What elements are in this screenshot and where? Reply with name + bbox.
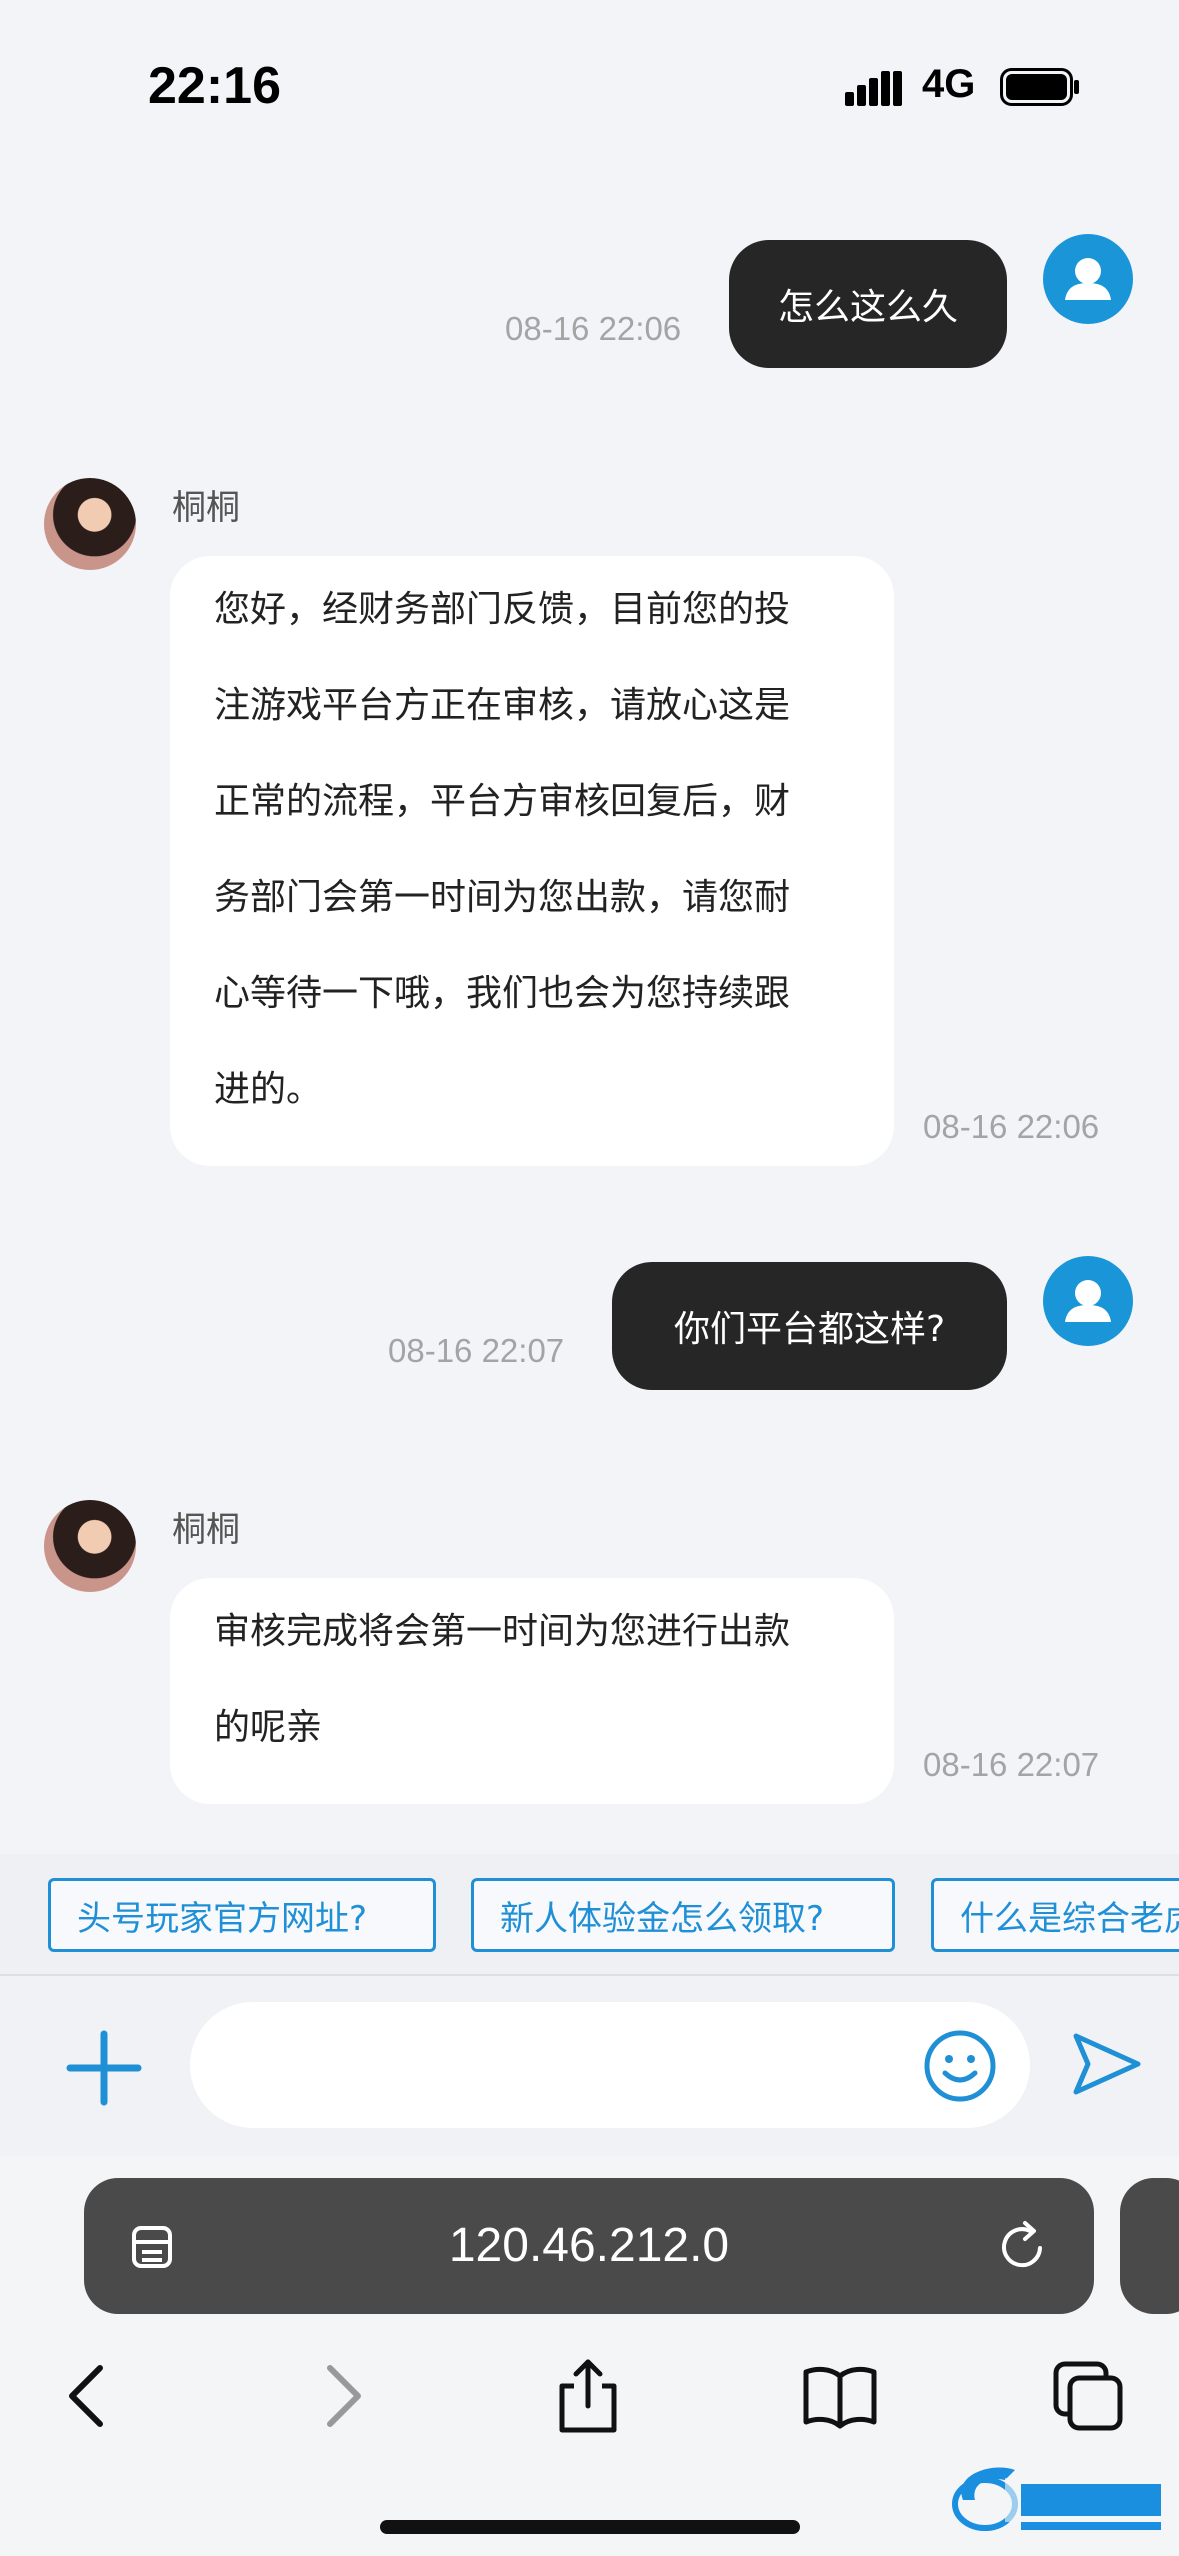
message-line: 的呢亲	[214, 1707, 323, 1748]
share-icon[interactable]	[548, 2356, 628, 2436]
agent-message-bubble: 您好，经财务部门反馈，目前您的投 注游戏平台方正在审核，请放心这是 正常的流程，…	[170, 556, 894, 1166]
message-line: 注游戏平台方正在审核，请放心这是	[214, 685, 791, 726]
message-line: 您好，经财务部门反馈，目前您的投	[214, 589, 791, 630]
status-bar: 22:16 4G	[0, 0, 1179, 170]
chat-area[interactable]: 08-16 22:06 怎么这么久 桐桐 您好，经财务部门反馈，目前您的投 注游…	[0, 170, 1179, 1850]
agent-message-bubble: 审核完成将会第一时间为您进行出款 的呢亲	[170, 1578, 894, 1804]
battery-icon	[1000, 68, 1079, 106]
message-line: 正常的流程，平台方审核回复后，财	[214, 781, 791, 822]
message-line: 心等待一下哦，我们也会为您持续跟	[214, 973, 791, 1014]
message-input-bar	[0, 1974, 1179, 2156]
message-input[interactable]	[190, 2002, 1030, 2128]
watermark-logo	[952, 2467, 1165, 2531]
user-avatar	[1043, 234, 1133, 324]
plus-icon[interactable]	[64, 2028, 144, 2108]
message-timestamp: 08-16 22:07	[388, 1332, 565, 1369]
agent-avatar	[44, 1500, 136, 1592]
user-message-bubble: 怎么这么久	[729, 240, 1007, 368]
user-message-bubble: 你们平台都这样?	[612, 1262, 1007, 1390]
quick-reply-bar[interactable]: 头号玩家官方网址? 新人体验金怎么领取? 什么是综合老虎机	[0, 1854, 1179, 1974]
url-text: 120.46.212.0	[448, 2219, 730, 2272]
emoji-icon[interactable]	[922, 2028, 998, 2104]
message-timestamp: 08-16 22:06	[923, 1108, 1100, 1145]
back-icon[interactable]	[48, 2356, 128, 2436]
signal-icon	[845, 71, 902, 106]
agent-avatar	[44, 478, 136, 570]
send-icon[interactable]	[1070, 2028, 1142, 2100]
message-line: 务部门会第一时间为您出款，请您耐	[214, 877, 791, 918]
user-avatar	[1043, 1256, 1133, 1346]
bookmarks-icon[interactable]	[800, 2356, 880, 2436]
address-bar[interactable]: 120.46.212.0	[84, 2178, 1094, 2314]
message-line: 审核完成将会第一时间为您进行出款	[214, 1611, 791, 1652]
user-silhouette-icon	[1065, 1280, 1111, 1322]
quick-reply-button[interactable]: 什么是综合老虎机	[931, 1878, 1179, 1952]
agent-name: 桐桐	[172, 488, 240, 528]
next-tab-preview[interactable]	[1120, 2178, 1179, 2314]
status-time: 22:16	[148, 57, 281, 115]
message-timestamp: 08-16 22:06	[505, 310, 682, 347]
quick-reply-button[interactable]: 头号玩家官方网址?	[48, 1878, 436, 1952]
home-indicator	[380, 2520, 800, 2534]
browser-toolbar: 120.46.212.0	[0, 2156, 1179, 2556]
quick-reply-button[interactable]: 新人体验金怎么领取?	[471, 1878, 895, 1952]
message-timestamp: 08-16 22:07	[923, 1746, 1100, 1783]
network-type: 4G	[922, 62, 976, 106]
user-silhouette-icon	[1065, 258, 1111, 300]
forward-icon[interactable]	[302, 2356, 382, 2436]
message-line: 进的。	[214, 1069, 323, 1110]
tabs-icon[interactable]	[1048, 2356, 1128, 2436]
reload-icon[interactable]	[996, 2218, 1052, 2274]
agent-name: 桐桐	[172, 1510, 240, 1550]
